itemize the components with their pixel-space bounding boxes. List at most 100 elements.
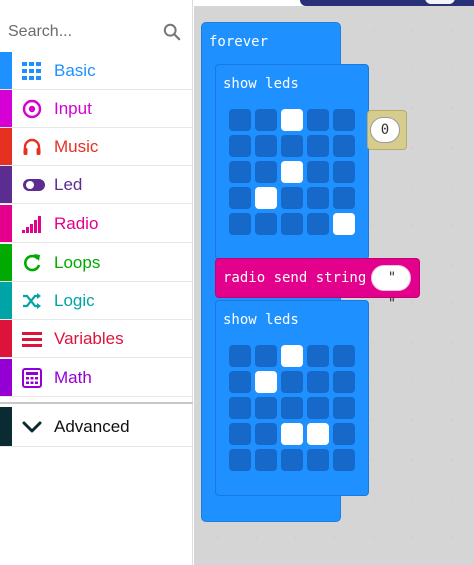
led-cell[interactable]: [229, 423, 251, 445]
led-cell[interactable]: [307, 161, 329, 183]
show-leds-label: show leds: [223, 76, 299, 92]
category-basic[interactable]: Basic: [0, 52, 193, 90]
shuffle-icon: [23, 293, 41, 309]
category-label: Math: [54, 368, 92, 387]
led-cell[interactable]: [281, 109, 303, 131]
category-color-bar: [0, 244, 12, 281]
category-math[interactable]: Math: [0, 359, 193, 397]
target-icon: [22, 99, 42, 119]
refresh-icon: [24, 254, 41, 272]
led-cell[interactable]: [307, 109, 329, 131]
category-color-bar: [0, 282, 12, 319]
category-label: Radio: [54, 214, 99, 233]
led-cell[interactable]: [229, 213, 251, 235]
category-variables[interactable]: Variables: [0, 320, 193, 358]
led-cell[interactable]: [281, 135, 303, 157]
search-icon[interactable]: [163, 23, 181, 41]
led-cell[interactable]: [281, 345, 303, 367]
category-color-bar: [0, 320, 12, 357]
number-value: 0: [380, 122, 390, 138]
headphones-icon: [23, 138, 41, 155]
category-loops[interactable]: Loops: [0, 244, 193, 282]
search-input[interactable]: [8, 18, 158, 46]
led-cell[interactable]: [255, 423, 277, 445]
led-cell[interactable]: [333, 109, 355, 131]
category-music[interactable]: Music: [0, 128, 193, 166]
search-box: [0, 12, 193, 52]
led-cell[interactable]: [229, 161, 251, 183]
category-color-bar: [0, 166, 12, 203]
led-cell[interactable]: [229, 449, 251, 471]
led-cell[interactable]: [333, 371, 355, 393]
led-cell[interactable]: [333, 423, 355, 445]
category-color-bar: [0, 128, 12, 165]
category-advanced[interactable]: Advanced: [0, 407, 193, 447]
category-label: Loops: [54, 253, 101, 272]
led-cell[interactable]: [333, 449, 355, 471]
led-cell[interactable]: [255, 449, 277, 471]
led-cell[interactable]: [281, 187, 303, 209]
category-color-bar: [0, 359, 12, 396]
led-cell[interactable]: [307, 135, 329, 157]
category-label: Logic: [54, 291, 95, 310]
category-label: Input: [54, 99, 92, 118]
led-cell[interactable]: [229, 371, 251, 393]
category-label: Variables: [54, 329, 124, 348]
led-cell[interactable]: [255, 135, 277, 157]
led-cell[interactable]: [255, 109, 277, 131]
led-cell[interactable]: [229, 397, 251, 419]
led-cell[interactable]: [307, 423, 329, 445]
led-cell[interactable]: [307, 449, 329, 471]
category-label: Led: [54, 175, 83, 194]
led-cell[interactable]: [281, 371, 303, 393]
calculator-icon: [22, 368, 42, 388]
category-input[interactable]: Input: [0, 90, 193, 128]
forever-label: forever: [209, 34, 269, 50]
category-label: Music: [54, 137, 99, 156]
header-button-edge[interactable]: [425, 0, 455, 4]
led-cell[interactable]: [255, 345, 277, 367]
radio-send-string-label: radio send string: [223, 270, 367, 286]
led-cell[interactable]: [255, 371, 277, 393]
chevron-down-icon: [22, 421, 42, 433]
toolbox-divider: [0, 402, 193, 404]
list-lines-icon: [22, 332, 42, 347]
category-color-bar: [0, 90, 12, 127]
toolbox: Basic Input Music Led: [0, 0, 193, 565]
led-cell[interactable]: [255, 187, 277, 209]
led-cell[interactable]: [333, 187, 355, 209]
led-cell[interactable]: [333, 213, 355, 235]
led-cell[interactable]: [307, 213, 329, 235]
led-cell[interactable]: [229, 135, 251, 157]
toggle-icon: [23, 179, 45, 191]
led-cell[interactable]: [281, 213, 303, 235]
led-cell[interactable]: [255, 161, 277, 183]
category-logic[interactable]: Logic: [0, 282, 193, 320]
led-cell[interactable]: [333, 397, 355, 419]
led-cell[interactable]: [229, 187, 251, 209]
category-color-bar: [0, 205, 12, 242]
show-leds-label: show leds: [223, 312, 299, 328]
category-led[interactable]: Led: [0, 166, 193, 204]
led-cell[interactable]: [229, 345, 251, 367]
led-cell[interactable]: [281, 397, 303, 419]
led-cell[interactable]: [307, 397, 329, 419]
led-cell[interactable]: [307, 187, 329, 209]
led-cell[interactable]: [333, 345, 355, 367]
led-cell[interactable]: [255, 213, 277, 235]
led-cell[interactable]: [333, 135, 355, 157]
category-color-bar: [0, 407, 12, 446]
led-cell[interactable]: [281, 449, 303, 471]
led-cell[interactable]: [255, 397, 277, 419]
led-cell[interactable]: [281, 161, 303, 183]
category-color-bar: [0, 52, 12, 89]
signal-bars-icon: [22, 216, 41, 233]
string-value: " ": [387, 270, 397, 312]
led-cell[interactable]: [281, 423, 303, 445]
led-cell[interactable]: [307, 345, 329, 367]
led-cell[interactable]: [229, 109, 251, 131]
category-label: Basic: [54, 61, 96, 80]
category-radio[interactable]: Radio: [0, 205, 193, 243]
led-cell[interactable]: [307, 371, 329, 393]
led-cell[interactable]: [333, 161, 355, 183]
